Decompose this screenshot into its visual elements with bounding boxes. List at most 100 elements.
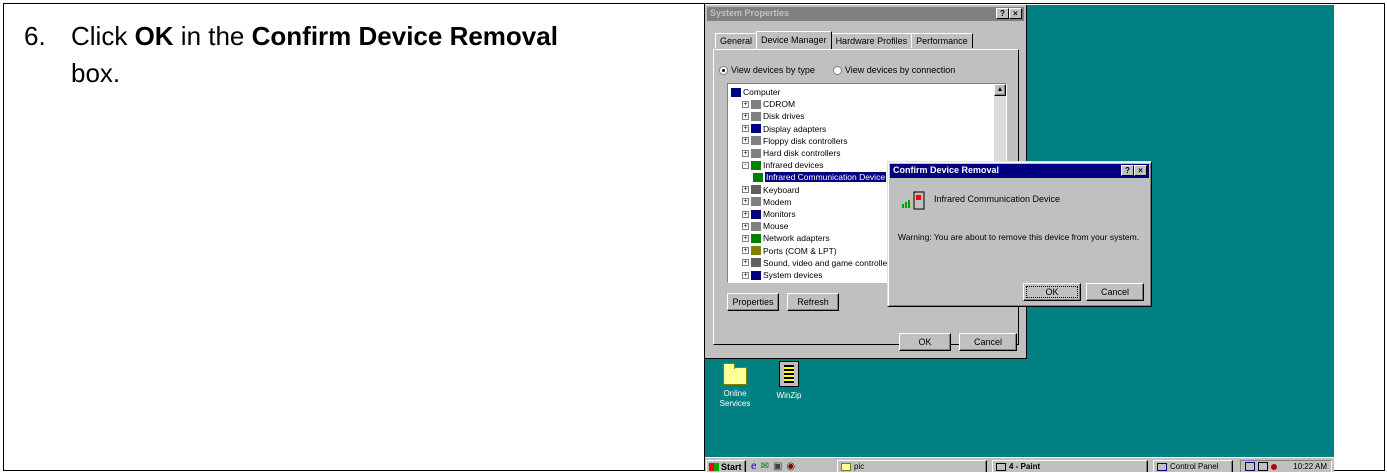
tree-item[interactable]: + CDROM xyxy=(742,98,795,110)
sound-icon xyxy=(751,258,761,268)
tray-network-icon[interactable] xyxy=(1245,462,1255,471)
taskbar-item-label: 4 - Paint xyxy=(1009,462,1041,471)
tree-item[interactable]: + Disk drives xyxy=(742,110,805,122)
expand-icon[interactable]: + xyxy=(742,137,749,145)
tree-item[interactable]: - Infrared devices xyxy=(742,159,823,171)
expand-icon[interactable]: + xyxy=(742,112,749,120)
tree-item[interactable]: Computer xyxy=(731,86,780,98)
step-ok-word: OK xyxy=(134,21,174,51)
properties-button[interactable]: Properties xyxy=(727,293,779,311)
control-panel-icon xyxy=(1157,463,1167,471)
expand-icon[interactable]: + xyxy=(742,198,749,206)
tree-item-label: Infrared devices xyxy=(763,160,824,171)
radio-selected-icon xyxy=(719,65,728,75)
tree-item-label: Infrared Communication Device xyxy=(765,172,887,183)
radio-label: View devices by connection xyxy=(844,65,956,75)
tree-item[interactable]: + Hard disk controllers xyxy=(742,147,840,159)
dialog-help-button[interactable]: ? xyxy=(1121,165,1134,176)
tree-item[interactable]: + Network adapters xyxy=(742,232,830,244)
expand-icon[interactable]: + xyxy=(742,149,749,157)
radio-view-by-type[interactable]: View devices by type xyxy=(719,65,815,75)
expand-icon[interactable]: + xyxy=(742,222,749,230)
tree-item-label: Mouse xyxy=(763,221,789,232)
expand-icon[interactable]: + xyxy=(742,247,749,255)
expand-icon[interactable]: + xyxy=(742,125,749,133)
tree-item-label: Monitors xyxy=(763,209,796,219)
confirm-cancel-button[interactable]: Cancel xyxy=(1086,283,1144,301)
step-text-post: box. xyxy=(71,58,121,88)
screenshot-desktop: System Properties ? × General Device Man… xyxy=(705,5,1334,472)
taskbar-item-control-panel[interactable]: Control Panel xyxy=(1153,460,1233,472)
tab-strip: General Device Manager Hardware Profiles… xyxy=(715,31,973,49)
display-adapter-icon xyxy=(751,124,761,134)
clock[interactable]: 10:22 AM xyxy=(1293,462,1327,471)
window-title: System Properties xyxy=(710,8,790,18)
internet-explorer-icon[interactable]: e xyxy=(751,461,757,472)
collapse-icon[interactable]: - xyxy=(742,161,749,169)
tree-item[interactable]: Infrared Communication Device xyxy=(753,171,887,183)
tree-item-label: Keyboard xyxy=(763,184,800,195)
tree-item[interactable]: + System devices xyxy=(742,269,823,281)
tab-device-manager[interactable]: Device Manager xyxy=(756,31,832,49)
expand-icon[interactable]: + xyxy=(742,234,749,242)
expand-icon[interactable]: + xyxy=(742,259,749,267)
expand-icon[interactable]: + xyxy=(742,210,749,218)
expand-icon[interactable]: + xyxy=(742,100,749,108)
start-button[interactable]: Start xyxy=(706,460,746,472)
expand-icon[interactable]: + xyxy=(742,186,749,194)
tree-item-label: Display adapters xyxy=(763,123,827,134)
tree-item[interactable]: + Keyboard xyxy=(742,184,799,196)
warning-text: Warning: You are about to remove this de… xyxy=(898,232,1140,242)
monitor-icon xyxy=(751,209,761,219)
desktop-icon-winzip[interactable]: WinZip xyxy=(771,361,807,401)
tree-item[interactable]: + Modem xyxy=(742,196,791,208)
tree-item[interactable]: + Floppy disk controllers xyxy=(742,135,848,147)
confirm-ok-button[interactable]: OK xyxy=(1023,283,1081,301)
mouse-icon xyxy=(751,221,761,231)
tray-monitor-icon[interactable] xyxy=(1258,462,1268,471)
confirm-dialog-titlebar[interactable]: Confirm Device Removal ? × xyxy=(890,164,1149,178)
tree-item[interactable]: + Display adapters xyxy=(742,123,826,135)
help-button[interactable]: ? xyxy=(996,8,1009,19)
confirm-device-removal-dialog: Confirm Device Removal ? × Infrared Comm… xyxy=(887,161,1152,307)
tab-hardware-profiles[interactable]: Hardware Profiles xyxy=(830,33,913,48)
step-text-mid: in the xyxy=(173,21,252,51)
desktop-icon-label: WinZip xyxy=(776,391,802,400)
show-desktop-icon[interactable]: ▣ xyxy=(773,461,782,472)
close-button[interactable]: × xyxy=(1009,8,1022,19)
step-number: 6. xyxy=(24,21,46,51)
tab-performance[interactable]: Performance xyxy=(911,33,973,48)
floppy-controller-icon xyxy=(751,136,761,146)
view-mode-radios: View devices by type View devices by con… xyxy=(719,65,955,75)
tree-item-label: Computer xyxy=(743,87,781,97)
system-properties-titlebar[interactable]: System Properties ? × xyxy=(707,7,1024,21)
expand-icon[interactable]: + xyxy=(742,271,749,279)
tree-item[interactable]: + Monitors xyxy=(742,208,796,220)
taskbar-item-paint[interactable]: 4 - Paint xyxy=(992,460,1148,472)
keyboard-icon xyxy=(751,185,761,195)
tree-item-label: Sound, video and game controllers xyxy=(763,257,895,268)
taskbar-item-label: pic xyxy=(854,462,865,471)
hard-disk-controller-icon xyxy=(751,148,761,158)
infrared-device-icon xyxy=(753,172,763,182)
scroll-up-arrow-icon[interactable]: ▲ xyxy=(994,84,1006,96)
system-properties-ok-button[interactable]: OK xyxy=(899,333,951,351)
dialog-close-button[interactable]: × xyxy=(1134,165,1147,176)
tree-item-label: CDROM xyxy=(763,99,796,110)
desktop-icon-online-services[interactable]: Online Services xyxy=(717,363,753,409)
winzip-icon xyxy=(779,361,799,387)
outlook-express-icon[interactable]: ✉ xyxy=(761,461,769,472)
tree-item[interactable]: + Sound, video and game controllers xyxy=(742,257,894,269)
system-properties-cancel-button[interactable]: Cancel xyxy=(959,333,1017,351)
radio-view-by-connection[interactable]: View devices by connection xyxy=(832,65,956,75)
tree-item[interactable]: + Mouse xyxy=(742,220,789,232)
taskbar-item-pic[interactable]: pic xyxy=(837,460,987,472)
tree-item-label: Hard disk controllers xyxy=(763,148,841,158)
tab-general[interactable]: General xyxy=(715,33,758,48)
refresh-button[interactable]: Refresh xyxy=(787,293,839,311)
tree-item[interactable]: + Ports (COM & LPT) xyxy=(742,245,837,257)
start-label: Start xyxy=(721,462,742,472)
tray-alert-icon[interactable] xyxy=(1271,464,1277,470)
channels-icon[interactable]: ◉ xyxy=(786,461,795,472)
radio-label: View devices by type xyxy=(731,65,815,75)
